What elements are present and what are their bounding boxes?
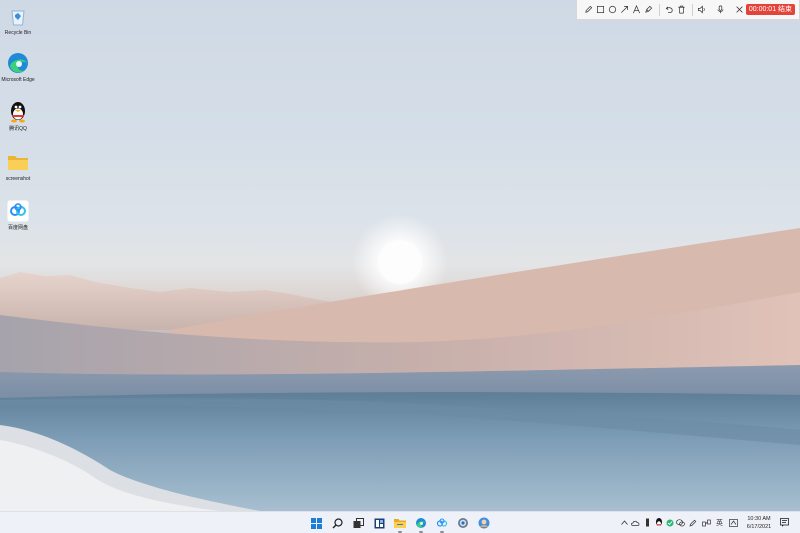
clock-date: 6/17/2021 [746, 524, 772, 530]
screen-recorder-toolbar: 00:00:01 结束 [576, 0, 800, 20]
input-mode-icon[interactable] [729, 518, 738, 527]
wechat-tray-icon[interactable] [676, 518, 685, 527]
system-clock[interactable]: 10:30 AM 6/17/2021 [742, 515, 776, 531]
network-icon[interactable] [702, 518, 711, 527]
avatar-icon [478, 517, 490, 529]
ellipse-icon[interactable] [607, 3, 618, 17]
task-view-button[interactable] [351, 516, 365, 530]
qq-tray-icon[interactable] [654, 518, 663, 527]
taskbar: 英 10:30 AM 6/17/2021 [0, 511, 800, 533]
start-icon [310, 517, 322, 529]
desert-lake-wallpaper [0, 214, 800, 511]
edge-icon [416, 518, 426, 528]
desktop-icon-recycle-bin[interactable]: Recycle Bin [0, 4, 36, 36]
baidu-netdisk-icon [436, 518, 448, 527]
desktop-icon-label: 百度网盘 [7, 225, 28, 231]
file-explorer-button[interactable] [393, 516, 407, 533]
baidu-netdisk-taskbar-button[interactable] [435, 516, 449, 533]
desktop-icon-edge[interactable]: Microsoft Edge [0, 51, 36, 83]
toolbar-divider [691, 3, 693, 16]
highlighter-icon[interactable] [643, 3, 654, 17]
widgets-button[interactable] [372, 516, 386, 530]
search-icon [332, 517, 343, 528]
pen-icon[interactable] [583, 3, 594, 17]
search-button[interactable] [330, 516, 344, 530]
desktop-icon-screenshot-folder[interactable]: screenshot [0, 150, 36, 182]
notification-center-icon[interactable] [780, 518, 789, 527]
microphone-icon[interactable] [715, 3, 726, 17]
task-view-icon [353, 517, 364, 528]
speaker-icon[interactable] [696, 3, 707, 17]
desktop-icon-label: 腾讯QQ [9, 126, 27, 132]
start-button[interactable] [309, 516, 323, 530]
delete-icon[interactable] [676, 3, 687, 17]
rectangle-icon[interactable] [595, 3, 606, 17]
clock-time: 10:30 AM [747, 516, 771, 522]
usb-device-icon[interactable] [643, 518, 652, 527]
green-app-tray-icon[interactable] [665, 518, 674, 527]
edge-taskbar-button[interactable] [414, 516, 428, 533]
desktop-icon-label: screenshot [5, 176, 31, 182]
desktop-icon-label: Microsoft Edge [1, 77, 35, 83]
qq-penguin-icon [6, 100, 30, 124]
close-icon[interactable] [734, 3, 745, 17]
desktop-icon-baidu-netdisk[interactable]: 百度网盘 [0, 199, 36, 231]
folder-icon [6, 150, 30, 174]
show-hidden-icons-chevron-up-icon[interactable] [620, 518, 629, 527]
file-explorer-icon [394, 518, 406, 528]
widgets-icon [374, 518, 384, 528]
settings-taskbar-button[interactable] [456, 516, 470, 530]
undo-icon[interactable] [664, 3, 675, 17]
desktop-icon-qq[interactable]: 腾讯QQ [0, 100, 36, 132]
settings-icon [458, 518, 468, 528]
onedrive-cloud-icon[interactable] [631, 518, 640, 527]
recycle-bin-icon [6, 4, 30, 28]
desktop: Recycle Bin Microsoft Edge 腾讯QQ screensh… [0, 0, 800, 511]
edge-icon [6, 51, 30, 75]
recording-timer-stop-button[interactable]: 00:00:01 结束 [745, 4, 796, 15]
arrow-icon[interactable] [619, 3, 630, 17]
pen-workspace-icon[interactable] [688, 518, 697, 527]
input-method-indicator[interactable]: 英 [715, 518, 724, 527]
text-icon[interactable] [631, 3, 642, 17]
baidu-netdisk-icon [6, 199, 30, 223]
desktop-icon-label: Recycle Bin [4, 30, 32, 36]
toolbar-divider [658, 3, 660, 16]
avatar-taskbar-button[interactable] [477, 516, 491, 530]
